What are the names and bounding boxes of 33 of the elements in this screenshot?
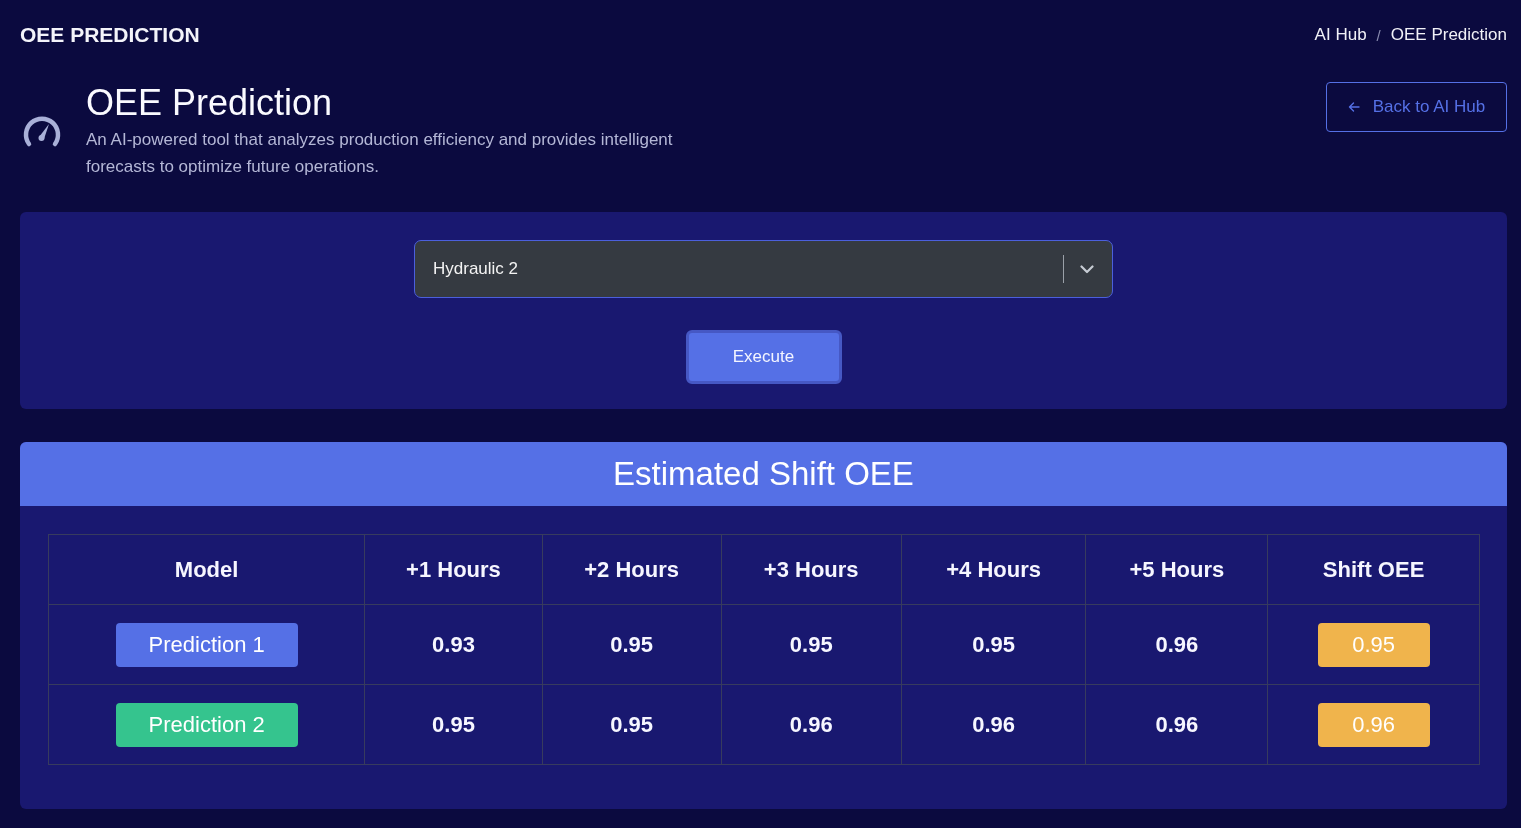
table-cell: 0.93 xyxy=(364,604,543,685)
table-cell: 0.96 xyxy=(901,684,1086,765)
page-title: OEE PREDICTION xyxy=(20,23,200,47)
column-header: Shift OEE xyxy=(1267,534,1480,605)
arrow-left-icon xyxy=(1347,102,1360,112)
column-header: +3 Hours xyxy=(721,534,902,605)
table-cell: 0.95 xyxy=(901,604,1086,685)
shift-oee-badge: 0.95 xyxy=(1317,622,1430,667)
breadcrumb-separator: / xyxy=(1376,26,1381,44)
table-cell: 0.96 xyxy=(721,684,902,765)
tool-title: OEE Prediction xyxy=(86,82,334,124)
results-title: Estimated Shift OEE xyxy=(613,455,914,493)
table-cell: 0.95 xyxy=(542,604,722,685)
table-cell: 0.95 xyxy=(721,604,902,685)
model-badge: Prediction 1 xyxy=(115,622,298,667)
table-cell: 0.96 xyxy=(1085,684,1268,765)
machine-select[interactable]: Hydraulic 2 xyxy=(414,240,1113,298)
column-header: Model xyxy=(48,534,365,605)
model-badge: Prediction 2 xyxy=(115,702,298,747)
execute-button[interactable]: Execute xyxy=(685,330,842,384)
breadcrumb-current: OEE Prediction xyxy=(1390,25,1507,45)
column-header: +2 Hours xyxy=(542,534,722,605)
tool-description: An AI-powered tool that analyzes production efficiency and provides intelligent forecasts to optimize future operations. xyxy=(86,129,674,178)
back-button[interactable]: Back to AI Hub xyxy=(1326,82,1507,132)
column-header: +1 Hours xyxy=(364,534,543,605)
breadcrumb-link[interactable]: AI Hub xyxy=(1314,25,1367,45)
column-header: +4 Hours xyxy=(901,534,1086,605)
table-cell: 0.95 xyxy=(364,684,543,765)
shift-oee-badge: 0.96 xyxy=(1317,702,1430,747)
table-cell: 0.96 xyxy=(1085,604,1268,685)
chevron-down-icon xyxy=(1080,264,1094,274)
column-header: +5 Hours xyxy=(1085,534,1268,605)
table-cell: 0.95 xyxy=(542,684,722,765)
